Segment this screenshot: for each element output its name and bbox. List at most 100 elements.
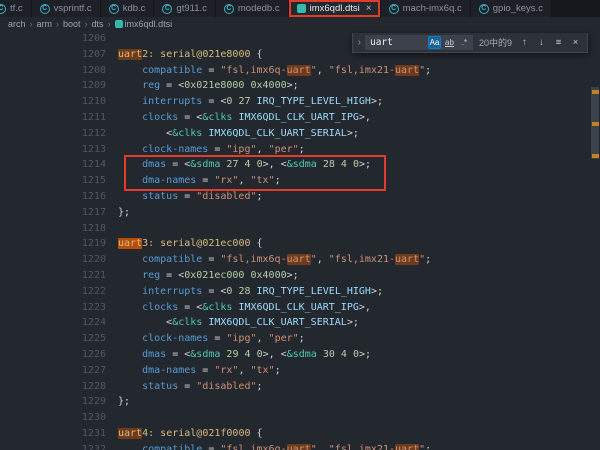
tab-tf.c[interactable]: Ctf.c: [0, 0, 32, 17]
line-content: clocks = <&clks IMX6QDL_CLK_UART_IPG>,: [118, 300, 371, 316]
tab-modedb.c[interactable]: Cmodedb.c: [216, 0, 289, 17]
code-line[interactable]: 1218: [0, 221, 600, 237]
tab-gpio_keys.c[interactable]: Cgpio_keys.c: [471, 0, 552, 17]
regex-toggle-icon[interactable]: .*: [458, 36, 471, 49]
c-file-icon: C: [224, 4, 234, 14]
code-area[interactable]: 12061207uart2: serial@021e8000 {1208 com…: [0, 31, 600, 450]
code-line[interactable]: 1215 dma-names = "rx", "tx";: [0, 173, 600, 189]
tab-label: vsprintf.c: [54, 3, 92, 14]
tab-bar: Ctf.cCvsprintf.cCkdb.cCgt911.cCmodedb.ci…: [0, 0, 600, 17]
line-number: 1207: [0, 47, 118, 63]
editor-pane[interactable]: 12061207uart2: serial@021e8000 {1208 com…: [0, 31, 600, 450]
breadcrumb-label: arm: [37, 19, 53, 29]
find-results-count: 20中的9: [479, 36, 512, 49]
breadcrumb-item-arm[interactable]: arm: [37, 19, 53, 29]
line-number: 1211: [0, 110, 118, 126]
breadcrumb: arch›arm›boot›dts›imx6qdl.dtsi: [0, 17, 600, 31]
code-line[interactable]: 1220 compatible = "fsl,imx6q-uart", "fsl…: [0, 252, 600, 268]
match-ruler-tick: [592, 156, 599, 158]
tab-gt911.c[interactable]: Cgt911.c: [154, 0, 215, 17]
tab-label: gpio_keys.c: [493, 3, 543, 14]
next-match-icon[interactable]: ↓: [535, 36, 548, 49]
line-content: dmas = <&sdma 29 4 0>, <&sdma 30 4 0>;: [118, 347, 371, 363]
code-line[interactable]: 1231uart4: serial@021f0000 {: [0, 426, 600, 442]
breadcrumb-item-arch[interactable]: arch: [8, 19, 26, 29]
breadcrumb-separator-icon: ›: [85, 19, 88, 29]
c-file-icon: C: [109, 4, 119, 14]
line-content: reg = <0x021e8000 0x4000>;: [118, 78, 299, 94]
code-line[interactable]: 1221 reg = <0x021ec000 0x4000>;: [0, 268, 600, 284]
breadcrumb-label: arch: [8, 19, 26, 29]
code-line[interactable]: 1229};: [0, 394, 600, 410]
line-number: 1224: [0, 315, 118, 331]
tab-close-icon[interactable]: ×: [366, 3, 372, 14]
line-number: 1227: [0, 363, 118, 379]
line-number: 1221: [0, 268, 118, 284]
find-widget: › uart Aa ab .* 20中的9 ↑ ↓ ≡ ×: [352, 33, 588, 53]
line-content: status = "disabled";: [118, 189, 263, 205]
tab-label: gt911.c: [176, 3, 206, 14]
line-number: 1230: [0, 410, 118, 426]
line-content: clocks = <&clks IMX6QDL_CLK_UART_IPG>,: [118, 110, 371, 126]
vscode-window: Ctf.cCvsprintf.cCkdb.cCgt911.cCmodedb.ci…: [0, 0, 600, 450]
code-line[interactable]: 1216 status = "disabled";: [0, 189, 600, 205]
line-number: 1229: [0, 394, 118, 410]
dtsi-file-icon: [115, 20, 123, 28]
code-line[interactable]: 1225 clock-names = "ipg", "per";: [0, 331, 600, 347]
breadcrumb-label: imx6qdl.dtsi: [125, 19, 173, 29]
line-number: 1213: [0, 142, 118, 158]
line-number: 1223: [0, 300, 118, 316]
tab-imx6qdl.dtsi[interactable]: imx6qdl.dtsi×: [289, 0, 381, 17]
tab-label: modedb.c: [238, 3, 280, 14]
code-line[interactable]: 1230: [0, 410, 600, 426]
code-line[interactable]: 1224 <&clks IMX6QDL_CLK_UART_SERIAL>;: [0, 315, 600, 331]
breadcrumb-item-dts[interactable]: dts: [92, 19, 104, 29]
find-in-selection-icon[interactable]: ≡: [552, 36, 565, 49]
scrollbar[interactable]: [590, 31, 600, 450]
code-line[interactable]: 1210 interrupts = <0 27 IRQ_TYPE_LEVEL_H…: [0, 94, 600, 110]
match-ruler-tick: [592, 124, 599, 126]
breadcrumb-item-boot[interactable]: boot: [63, 19, 81, 29]
find-input[interactable]: uart Aa ab .*: [365, 35, 473, 50]
breadcrumb-separator-icon: ›: [30, 19, 33, 29]
breadcrumb-label: dts: [92, 19, 104, 29]
line-content: <&clks IMX6QDL_CLK_UART_SERIAL>;: [118, 315, 359, 331]
search-match: uart: [118, 49, 142, 60]
find-query-text[interactable]: uart: [370, 37, 426, 48]
code-line[interactable]: 1226 dmas = <&sdma 29 4 0>, <&sdma 30 4 …: [0, 347, 600, 363]
breadcrumb-item-imx6qdl.dtsi[interactable]: imx6qdl.dtsi: [115, 19, 173, 29]
tab-label: mach-imx6q.c: [403, 3, 462, 14]
code-line[interactable]: 1219uart3: serial@021ec000 {: [0, 236, 600, 252]
code-line[interactable]: 1209 reg = <0x021e8000 0x4000>;: [0, 78, 600, 94]
code-line[interactable]: 1223 clocks = <&clks IMX6QDL_CLK_UART_IP…: [0, 300, 600, 316]
line-number: 1218: [0, 221, 118, 237]
tab-mach-imx6q.c[interactable]: Cmach-imx6q.c: [381, 0, 471, 17]
code-line[interactable]: 1228 status = "disabled";: [0, 379, 600, 395]
search-match: uart: [395, 65, 419, 76]
line-number: 1217: [0, 205, 118, 221]
whole-word-toggle-icon[interactable]: ab: [443, 36, 456, 49]
code-line[interactable]: 1211 clocks = <&clks IMX6QDL_CLK_UART_IP…: [0, 110, 600, 126]
code-line[interactable]: 1208 compatible = "fsl,imx6q-uart", "fsl…: [0, 63, 600, 79]
previous-match-icon[interactable]: ↑: [518, 36, 531, 49]
line-content: };: [118, 205, 130, 221]
code-line[interactable]: 1222 interrupts = <0 28 IRQ_TYPE_LEVEL_H…: [0, 284, 600, 300]
line-content: <&clks IMX6QDL_CLK_UART_SERIAL>;: [118, 126, 359, 142]
line-number: 1231: [0, 426, 118, 442]
match-case-toggle-icon[interactable]: Aa: [428, 36, 441, 49]
code-line[interactable]: 1227 dma-names = "rx", "tx";: [0, 363, 600, 379]
c-file-icon: C: [479, 4, 489, 14]
code-line[interactable]: 1212 <&clks IMX6QDL_CLK_UART_SERIAL>;: [0, 126, 600, 142]
line-content: compatible = "fsl,imx6q-uart", "fsl,imx2…: [118, 252, 431, 268]
code-line[interactable]: 1213 clock-names = "ipg", "per";: [0, 142, 600, 158]
code-line[interactable]: 1217};: [0, 205, 600, 221]
tab-vsprintf.c[interactable]: Cvsprintf.c: [32, 0, 101, 17]
close-find-icon[interactable]: ×: [569, 36, 582, 49]
code-line[interactable]: 1232 compatible = "fsl,imx6q-uart", "fsl…: [0, 442, 600, 450]
match-ruler-tick: [592, 92, 599, 94]
find-expand-chevron-icon[interactable]: ›: [358, 37, 361, 48]
search-match: uart: [395, 254, 419, 265]
line-number: 1219: [0, 236, 118, 252]
code-line[interactable]: 1214 dmas = <&sdma 27 4 0>, <&sdma 28 4 …: [0, 157, 600, 173]
tab-kdb.c[interactable]: Ckdb.c: [101, 0, 155, 17]
